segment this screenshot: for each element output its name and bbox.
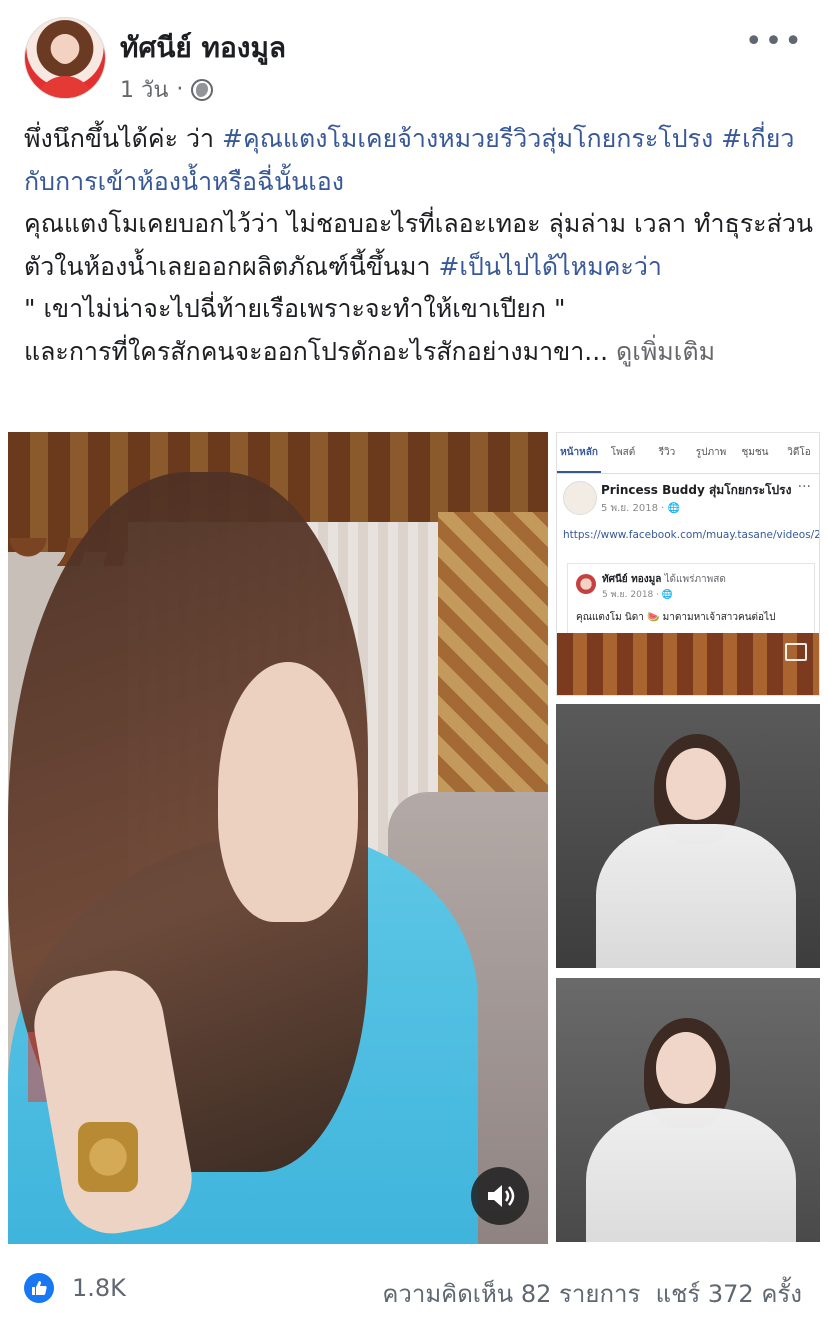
avatar-face — [53, 34, 77, 64]
photo-2-dress — [586, 1108, 796, 1242]
see-more-link[interactable]: ดูเพิ่มเติม — [616, 337, 715, 366]
screenshot-page-date-text: 5 พ.ย. 2018 · — [601, 503, 668, 514]
screenshot-shared-date: 5 พ.ย. 2018 · 🌐 — [602, 590, 674, 600]
screenshot-tabs: หน้าหลัก โพสต์ รีวิว รูปภาพ ชุมชน วิดีโอ — [557, 433, 819, 474]
avatar-dress — [35, 76, 95, 98]
post-paragraph-1: พึ่งนึกขึ้นได้ค่ะ ว่า #คุณแตงโมเคยจ้างหม… — [24, 118, 814, 203]
photo-2-face — [656, 1032, 716, 1104]
post-paragraph-3: และการที่ใครสักคนจะออกโปรดักอะไรสักอย่าง… — [24, 331, 814, 374]
hashtag-possible[interactable]: #เป็นไปได้ไหมคะว่า — [438, 252, 661, 281]
screenshot-tab-reviews: รีวิว — [658, 447, 676, 458]
video-watch — [78, 1122, 138, 1192]
author-avatar[interactable] — [24, 17, 106, 99]
post-text-truncated: และการที่ใครสักคนจะออกโปรดักอะไรสักอย่าง… — [24, 336, 609, 366]
post-paragraph-2: คุณแตงโมเคยบอกไว้ว่า ไม่ชอบอะไรที่เลอะเท… — [24, 203, 814, 288]
screenshot-shared-name: ทัศนีย์ ทองมูล — [602, 574, 662, 585]
screenshot-tab-photos: รูปภาพ — [695, 447, 727, 458]
screenshot-page-avatar — [563, 481, 597, 515]
meta-separator: · — [176, 77, 184, 102]
cast-icon — [785, 643, 807, 661]
thumbs-up-icon[interactable] — [24, 1273, 54, 1303]
screenshot-shared-date-text: 5 พ.ย. 2018 · — [602, 590, 662, 600]
post-text: พึ่งนึกขึ้นได้ค่ะ ว่า #คุณแตงโมเคยจ้างหม… — [24, 118, 814, 373]
screenshot-shared-avatar — [576, 574, 596, 594]
post-header: ทัศนีย์ ทองมูล 1 วัน · ••• — [0, 0, 828, 110]
media-thumbnail-photo-2[interactable] — [556, 978, 820, 1242]
main-video[interactable] — [8, 432, 548, 1244]
screenshot-page-date: 5 พ.ย. 2018 · 🌐 — [601, 503, 680, 514]
screenshot-tab-home: หน้าหลัก — [557, 433, 601, 473]
screenshot-more-icon: ··· — [797, 479, 811, 495]
post-text-intro: พึ่งนึกขึ้นได้ค่ะ ว่า — [24, 124, 223, 153]
screenshot-tab-community: ชุมชน — [741, 447, 769, 458]
screenshot-shared-post: ทัศนีย์ ทองมูล ได้แพร่ภาพสด 5 พ.ย. 2018 … — [567, 563, 815, 635]
screenshot-shared-author: ทัศนีย์ ทองมูล ได้แพร่ภาพสด — [602, 572, 726, 587]
more-horizontal-icon[interactable]: ••• — [745, 24, 804, 59]
hashtag-review[interactable]: #คุณแตงโมเคยจ้างหมวยรีวิวสุ่มโกยกระโปรง — [222, 124, 713, 153]
share-count[interactable]: แชร์ 372 ครั้ง — [656, 1280, 802, 1308]
media-thumbnail-photo-1[interactable] — [556, 704, 820, 968]
photo-1-face — [666, 748, 726, 820]
screenshot-post: Princess Buddy สุ่มโกยกระโปรง 5 พ.ย. 201… — [563, 479, 820, 635]
engagement-counts: ความคิดเห็น 82 รายการ แชร์ 372 ครั้ง — [382, 1274, 802, 1313]
like-count[interactable]: 1.8K — [72, 1274, 126, 1302]
screenshot-link: https://www.facebook.com/muay.tasane/vid… — [563, 529, 820, 541]
reaction-bar: 1.8K ความคิดเห็น 82 รายการ แชร์ 372 ครั้… — [0, 1256, 828, 1320]
screenshot-curtain — [557, 633, 819, 695]
post-time[interactable]: 1 วัน — [120, 72, 168, 107]
screenshot-tab-videos: วิดีโอ — [787, 447, 811, 458]
speaker-icon[interactable] — [471, 1167, 529, 1225]
screenshot-page-name: Princess Buddy สุ่มโกยกระโปรง — [601, 483, 792, 497]
post-meta: 1 วัน · — [120, 72, 214, 107]
author-name[interactable]: ทัศนีย์ ทองมูล — [120, 26, 286, 70]
screenshot-tab-posts: โพสต์ — [610, 447, 636, 458]
photo-1-dress — [596, 824, 796, 968]
screenshot-shared-action: ได้แพร่ภาพสด — [661, 574, 726, 585]
screenshot-shared-text: คุณแตงโม นิดา 🍉 มาตามหาเจ้าสาวคนต่อไป — [576, 612, 776, 623]
comment-count[interactable]: ความคิดเห็น 82 รายการ — [382, 1280, 640, 1308]
globe-icon[interactable] — [191, 78, 214, 101]
video-shoulder — [218, 662, 358, 922]
media-thumbnail-screenshot[interactable]: หน้าหลัก โพสต์ รีวิว รูปภาพ ชุมชน วิดีโอ… — [556, 432, 820, 696]
post-text-body: คุณแตงโมเคยบอกไว้ว่า ไม่ชอบอะไรที่เลอะเท… — [24, 209, 813, 281]
post-quote: " เขาไม่น่าจะไปฉี่ท้ายเรือเพราะจะทำให้เข… — [24, 294, 566, 323]
